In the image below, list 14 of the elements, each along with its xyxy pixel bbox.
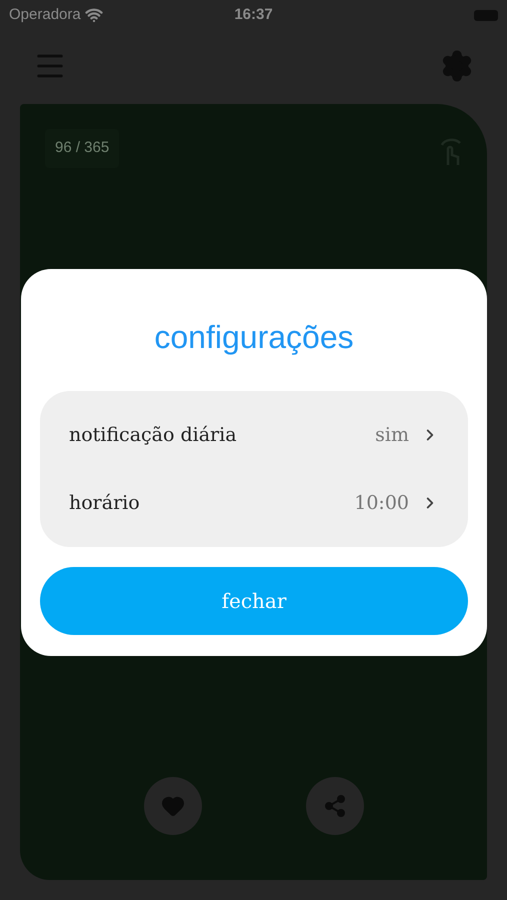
setting-label: horário [69, 490, 140, 516]
day-counter: 96 / 365 [45, 129, 120, 168]
heart-icon [160, 794, 184, 818]
setting-row[interactable]: horário 10:00 [69, 483, 439, 523]
clock: 16:37 [234, 4, 273, 25]
setting-label: notificação diária [69, 422, 237, 448]
battery-icon [474, 10, 498, 20]
setting-value: sim [375, 422, 409, 448]
share-icon [322, 794, 346, 818]
setting-value: 10:00 [354, 490, 409, 516]
carrier-name: Operadora [9, 4, 81, 25]
dialog-title: configurações [154, 318, 354, 357]
setting-row[interactable]: notificação diária sim [69, 415, 439, 455]
wifi-icon [84, 6, 103, 24]
